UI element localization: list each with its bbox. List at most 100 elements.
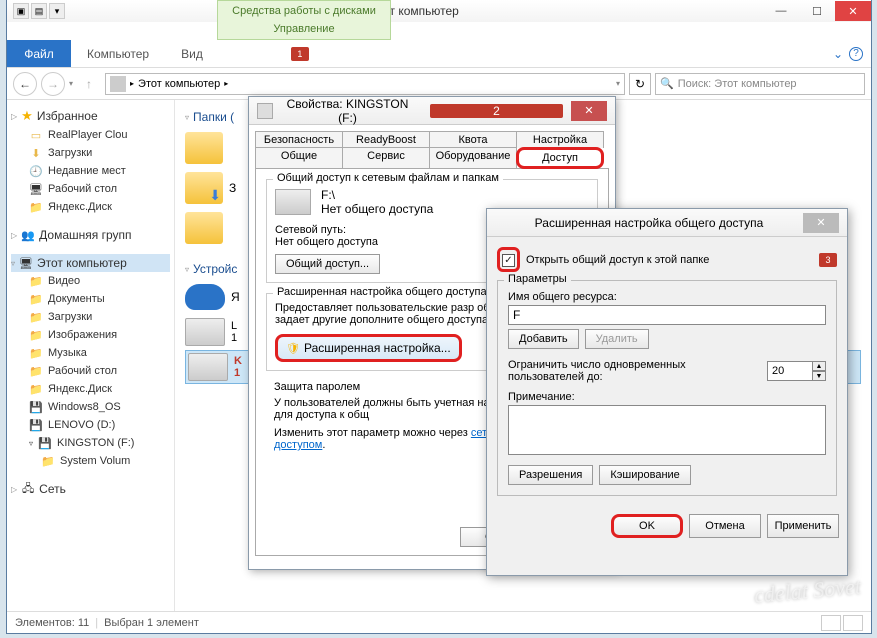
- dialog-title: Расширенная настройка общего доступа: [495, 216, 803, 230]
- address-bar[interactable]: ▸ Этот компьютер ▸ ▾: [105, 73, 625, 95]
- sharename-input[interactable]: [508, 305, 826, 325]
- group-legend: Параметры: [504, 273, 571, 285]
- search-box[interactable]: 🔍 Поиск: Этот компьютер: [655, 73, 865, 95]
- nav-item[interactable]: 📁Изображения: [11, 326, 170, 344]
- close-button[interactable]: ✕: [835, 1, 871, 21]
- drive-icon: 💾: [38, 436, 52, 450]
- ribbon-tab-manage[interactable]: 1: [267, 40, 325, 67]
- spin-up[interactable]: ▲: [812, 361, 826, 371]
- forward-button[interactable]: →: [41, 72, 65, 96]
- folder-icon: 📁: [41, 454, 55, 468]
- ribbon-tab-view[interactable]: Вид: [165, 40, 219, 67]
- checkbox-label: Открыть общий доступ к этой папке: [526, 254, 709, 266]
- nav-thispc[interactable]: ▿🖥Этот компьютер: [11, 254, 170, 272]
- pictures-icon: 📁: [29, 328, 43, 342]
- qat-dropdown[interactable]: ▾: [49, 3, 65, 19]
- contextual-tab[interactable]: Средства работы с дисками Управление: [217, 0, 391, 40]
- remove-button[interactable]: Удалить: [585, 329, 649, 349]
- nav-item[interactable]: 💾LENOVO (D:): [11, 416, 170, 434]
- recent-icon: 🕘: [29, 164, 43, 178]
- advanced-sharing-button[interactable]: 🛡Расширенная настройка...: [275, 334, 462, 362]
- parameters-group: Параметры Имя общего ресурса: Добавить У…: [497, 280, 837, 496]
- nav-item[interactable]: ⬇Загрузки: [11, 144, 170, 162]
- caching-button[interactable]: Кэширование: [599, 465, 690, 485]
- address-dropdown-icon[interactable]: ▾: [616, 79, 620, 88]
- navigation-pane: ▷★Избранное ▭RealPlayer Clou ⬇Загрузки 🕘…: [7, 100, 175, 611]
- limit-spinner[interactable]: 20: [767, 361, 813, 381]
- tab-security[interactable]: Безопасность: [255, 131, 343, 148]
- nav-item[interactable]: 📁Музыка: [11, 344, 170, 362]
- drive-icon: [188, 353, 228, 381]
- up-button[interactable]: ↑: [77, 72, 101, 96]
- nav-item[interactable]: ▿💾KINGSTON (F:): [11, 434, 170, 452]
- nav-favorites[interactable]: ▷★Избранное: [11, 106, 170, 126]
- back-button[interactable]: ←: [13, 72, 37, 96]
- dialog-close-button[interactable]: ✕: [803, 213, 839, 233]
- nav-item[interactable]: 🕘Недавние мест: [11, 162, 170, 180]
- tab-customize[interactable]: Настройка: [516, 131, 604, 148]
- tab-readyboost[interactable]: ReadyBoost: [342, 131, 430, 148]
- permissions-button[interactable]: Разрешения: [508, 465, 593, 485]
- nav-item[interactable]: 💾Windows8_OS: [11, 398, 170, 416]
- docs-icon: 📁: [29, 292, 43, 306]
- nav-item[interactable]: 📁Яндекс.Диск: [11, 198, 170, 216]
- qat-icon-1[interactable]: ▣: [13, 3, 29, 19]
- tab-sharing[interactable]: Доступ: [516, 147, 604, 169]
- hint-badge-1: 1: [291, 47, 309, 61]
- minimize-button[interactable]: —: [763, 1, 799, 21]
- nav-homegroup[interactable]: ▷👥Домашняя групп: [11, 226, 170, 244]
- ok-button[interactable]: OK: [611, 514, 683, 538]
- network-icon: 🖧: [21, 482, 35, 496]
- homegroup-icon: 👥: [21, 228, 35, 242]
- nav-item[interactable]: 📁Рабочий стол: [11, 362, 170, 380]
- star-icon: ★: [21, 108, 33, 124]
- status-selected: Выбран 1 элемент: [104, 617, 199, 629]
- shield-icon: 🛡: [286, 342, 300, 355]
- search-icon: 🔍: [660, 77, 674, 90]
- music-icon: 📁: [29, 346, 43, 360]
- apply-button[interactable]: Применить: [767, 514, 839, 538]
- share-folder-checkbox[interactable]: ✓: [502, 254, 515, 267]
- contextual-tab-title: Средства работы с дисками: [218, 5, 390, 17]
- tab-quota[interactable]: Квота: [429, 131, 517, 148]
- nav-item[interactable]: 🖥Рабочий стол: [11, 180, 170, 198]
- nav-item[interactable]: ▭RealPlayer Clou: [11, 126, 170, 144]
- breadcrumb-item[interactable]: Этот компьютер: [138, 78, 220, 90]
- dialog-close-button[interactable]: ✕: [571, 101, 607, 121]
- nav-item[interactable]: 📁System Volum: [11, 452, 170, 470]
- tab-general[interactable]: Общие: [255, 147, 343, 169]
- file-tab[interactable]: Файл: [7, 40, 71, 67]
- status-count: Элементов: 11: [15, 617, 89, 629]
- nav-network[interactable]: ▷🖧Сеть: [11, 480, 170, 498]
- downloads-icon: ⬇: [29, 146, 43, 160]
- nav-item[interactable]: 📁Загрузки: [11, 308, 170, 326]
- note-textarea[interactable]: [508, 405, 826, 455]
- tab-tools[interactable]: Сервис: [342, 147, 430, 169]
- desktop-icon: 📁: [29, 364, 43, 378]
- note-label: Примечание:: [508, 391, 826, 403]
- pc-icon: 🖥: [19, 256, 33, 270]
- view-tiles-icon[interactable]: [843, 615, 863, 631]
- add-button[interactable]: Добавить: [508, 329, 579, 349]
- ribbon: Файл Компьютер Вид 1 ⌄ ?: [7, 40, 871, 68]
- drive-path: F:\: [321, 188, 433, 202]
- contextual-tab-sub: Управление: [218, 23, 390, 35]
- dialog-titlebar: Расширенная настройка общего доступа ✕: [487, 209, 847, 237]
- tab-hardware[interactable]: Оборудование: [429, 147, 517, 169]
- view-details-icon[interactable]: [821, 615, 841, 631]
- title-bar: ▣ ▤ ▾ Этот компьютер — ☐ ✕: [7, 0, 871, 22]
- help-icon[interactable]: ?: [849, 47, 863, 61]
- ribbon-collapse-icon[interactable]: ⌄: [833, 47, 843, 61]
- spin-down[interactable]: ▼: [812, 371, 826, 381]
- qat-icon-2[interactable]: ▤: [31, 3, 47, 19]
- share-button[interactable]: Общий доступ...: [275, 254, 380, 274]
- nav-item[interactable]: 📁Видео: [11, 272, 170, 290]
- cancel-button[interactable]: Отмена: [689, 514, 761, 538]
- nav-item[interactable]: 📁Документы: [11, 290, 170, 308]
- dialog-title: Свойства: KINGSTON (F:): [281, 97, 414, 125]
- maximize-button[interactable]: ☐: [799, 1, 835, 21]
- recent-dropdown[interactable]: ▾: [69, 79, 73, 88]
- refresh-button[interactable]: ↻: [629, 73, 651, 95]
- ribbon-tab-computer[interactable]: Компьютер: [71, 40, 165, 67]
- nav-item[interactable]: 📁Яндекс.Диск: [11, 380, 170, 398]
